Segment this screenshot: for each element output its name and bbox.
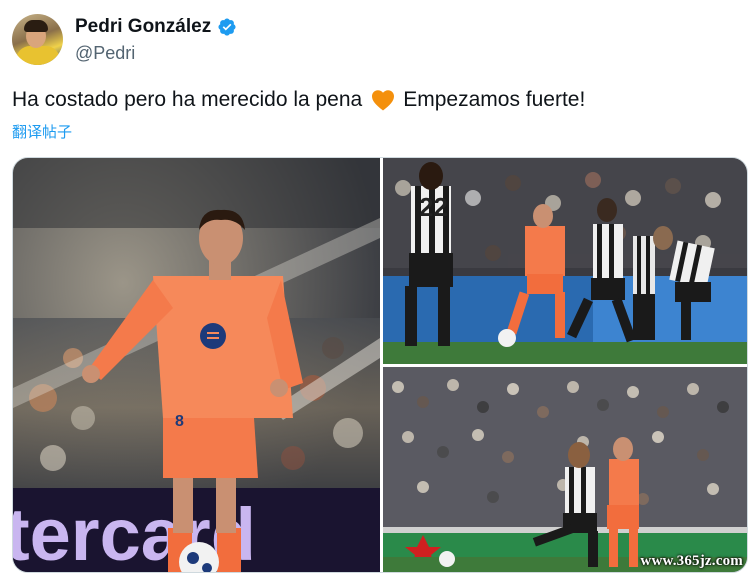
tweet-text-part-1: Ha costado pero ha merecido la pena (12, 88, 363, 111)
shorts-number: 8 (175, 413, 184, 430)
author-handle[interactable]: @Pedri (75, 43, 135, 64)
author-name-row: Pedri González (75, 16, 237, 38)
player-photo-graphic: tercard 8 (13, 158, 380, 572)
photo-player-orange-kit[interactable]: tercard 8 (13, 158, 380, 572)
match-action-bottom-graphic (383, 367, 747, 572)
avatar-hair (24, 20, 48, 32)
avatar-shirt (16, 46, 60, 65)
match-action-top-graphic: 22 (383, 158, 747, 364)
photo-match-action-top[interactable]: 22 (383, 158, 747, 364)
top-right-shirt-number: 22 (419, 192, 448, 222)
author-display-name[interactable]: Pedri González (75, 16, 211, 38)
orange-heart-icon (372, 90, 395, 111)
media-grid: tercard 8 22 www.365jz.com (12, 157, 748, 573)
verified-badge-icon (218, 18, 236, 36)
tweet-text: Ha costado pero ha merecido la pena Empe… (12, 88, 585, 112)
tweet-text-part-2: Empezamos fuerte! (403, 88, 586, 111)
watermark-text: www.365jz.com (640, 553, 743, 569)
author-avatar[interactable] (12, 14, 63, 65)
photo-match-action-bottom[interactable]: www.365jz.com (383, 367, 747, 572)
translate-post-link[interactable]: 翻译帖子 (12, 121, 72, 142)
